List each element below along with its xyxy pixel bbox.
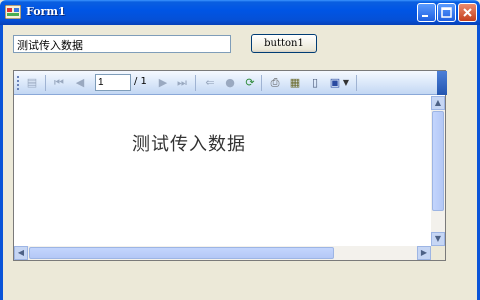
report-text: 测试传入数据 [132,134,246,155]
toolbar-separator [45,75,46,91]
maximize-button[interactable] [437,3,456,22]
report-viewer: ▤ ⏮ ◀ / 1 ▶ ⏭ ⇐ ● ⟳ ⎙ ▦ ▯ ▣ ▼ 测试传入数据 ▲ ▼… [13,70,447,261]
report-toolbar: ▤ ⏮ ◀ / 1 ▶ ⏭ ⇐ ● ⟳ ⎙ ▦ ▯ ▣ ▼ [14,71,447,95]
print-icon[interactable]: ⎙ [267,75,283,91]
maximize-icon [441,7,452,18]
stop-icon[interactable]: ● [222,75,238,91]
scroll-up-icon[interactable]: ▲ [431,96,445,110]
previous-page-icon[interactable]: ◀ [72,75,88,91]
minimize-button[interactable] [417,3,436,22]
next-page-icon[interactable]: ▶ [155,75,171,91]
document-map-icon[interactable]: ▤ [24,75,40,91]
text-input[interactable]: 测试传入数据 [13,35,231,53]
toolbar-separator [195,75,196,91]
report-content: 测试传入数据 [14,96,431,246]
export-dropdown-arrow-icon[interactable]: ▼ [341,75,351,91]
vertical-scroll-thumb[interactable] [432,111,444,211]
print-layout-icon[interactable]: ▦ [287,75,303,91]
scroll-right-icon[interactable]: ▶ [417,246,431,260]
horizontal-scroll-thumb[interactable] [29,247,334,259]
scroll-down-icon[interactable]: ▼ [431,232,445,246]
refresh-icon[interactable]: ⟳ [242,75,258,91]
toolbar-grip[interactable] [17,76,19,90]
toolbar-separator [356,75,357,91]
current-page-input[interactable] [95,74,131,91]
window-title: Form1 [26,5,66,18]
button1[interactable]: button1 [251,34,317,53]
title-bar[interactable]: Form1 [0,0,480,25]
app-icon [5,5,21,19]
toolbar-overflow-button[interactable] [437,71,447,95]
scrollbar-corner [431,246,445,260]
vertical-scrollbar[interactable]: ▲ ▼ [431,96,445,246]
first-page-icon[interactable]: ⏮ [51,75,67,91]
scroll-left-icon[interactable]: ◀ [14,246,28,260]
page-setup-icon[interactable]: ▯ [307,75,323,91]
close-icon [463,8,472,17]
toolbar-separator [261,75,262,91]
close-button[interactable] [458,3,477,22]
horizontal-scrollbar[interactable]: ◀ ▶ [14,246,431,260]
back-icon[interactable]: ⇐ [202,75,218,91]
last-page-icon[interactable]: ⏭ [174,75,190,91]
page-total: / 1 [134,76,147,87]
minimize-icon [422,15,428,17]
